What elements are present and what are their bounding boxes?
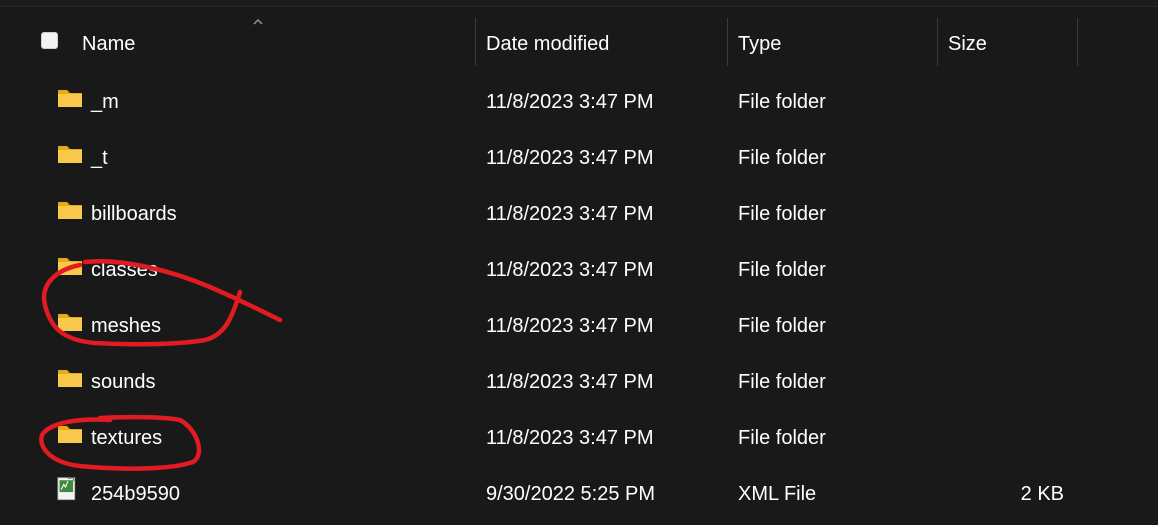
file-date-modified: 11/8/2023 3:47 PM bbox=[486, 427, 654, 449]
file-date-modified: 9/30/2022 5:25 PM bbox=[486, 483, 656, 505]
file-type: File folder bbox=[738, 427, 826, 449]
column-header-type[interactable]: Type bbox=[738, 33, 781, 56]
column-divider[interactable] bbox=[475, 18, 476, 66]
file-name: billboards bbox=[91, 203, 177, 225]
file-date-modified: 11/8/2023 3:47 PM bbox=[486, 315, 654, 337]
folder-icon bbox=[58, 426, 82, 443]
file-date-modified: 11/8/2023 3:47 PM bbox=[486, 203, 654, 225]
file-date-modified: 11/8/2023 3:47 PM bbox=[486, 259, 654, 281]
file-type: File folder bbox=[738, 91, 826, 113]
column-header-size[interactable]: Size bbox=[948, 33, 987, 56]
file-type: XML File bbox=[738, 483, 817, 505]
file-name: _t bbox=[91, 147, 108, 169]
folder-icon bbox=[58, 146, 82, 163]
file-name: textures bbox=[91, 427, 163, 449]
column-header-name[interactable]: Name bbox=[82, 33, 135, 56]
column-header-date-modified[interactable]: Date modified bbox=[486, 33, 609, 56]
xml-file-icon bbox=[57, 477, 76, 501]
column-divider[interactable] bbox=[1077, 18, 1078, 66]
file-explorer-list-view: Name Date modified Type Size _m 11/8/202… bbox=[0, 0, 1158, 525]
top-border bbox=[0, 0, 1158, 7]
file-list: _m 11/8/2023 3:47 PM File folder _t 11/8… bbox=[0, 74, 1158, 522]
file-row-254b9590[interactable]: 254b9590 9/30/2022 5:25 PM XML File 2 KB bbox=[0, 466, 1158, 522]
file-name: sounds bbox=[91, 371, 156, 393]
chevron-up-icon[interactable] bbox=[252, 16, 264, 28]
file-row-meshes[interactable]: meshes 11/8/2023 3:47 PM File folder bbox=[0, 298, 1158, 354]
file-name: classes bbox=[91, 259, 158, 281]
file-row-t[interactable]: _t 11/8/2023 3:47 PM File folder bbox=[0, 130, 1158, 186]
column-divider[interactable] bbox=[937, 18, 938, 66]
select-all-checkbox[interactable] bbox=[41, 32, 58, 49]
file-name: 254b9590 bbox=[91, 483, 180, 505]
file-date-modified: 11/8/2023 3:47 PM bbox=[486, 147, 654, 169]
file-type: File folder bbox=[738, 315, 826, 337]
folder-icon bbox=[58, 90, 82, 107]
file-size: 2 KB bbox=[1020, 483, 1064, 505]
file-row-classes[interactable]: classes 11/8/2023 3:47 PM File folder bbox=[0, 242, 1158, 298]
file-date-modified: 11/8/2023 3:47 PM bbox=[486, 91, 654, 113]
column-header-row: Name Date modified Type Size bbox=[0, 16, 1158, 68]
file-name: _m bbox=[91, 91, 119, 113]
folder-icon bbox=[58, 314, 82, 331]
file-type: File folder bbox=[738, 259, 826, 281]
folder-icon bbox=[58, 258, 82, 275]
file-row-sounds[interactable]: sounds 11/8/2023 3:47 PM File folder bbox=[0, 354, 1158, 410]
file-type: File folder bbox=[738, 147, 826, 169]
file-type: File folder bbox=[738, 371, 826, 393]
file-row-m[interactable]: _m 11/8/2023 3:47 PM File folder bbox=[0, 74, 1158, 130]
file-name: meshes bbox=[91, 315, 162, 337]
file-row-billboards[interactable]: billboards 11/8/2023 3:47 PM File folder bbox=[0, 186, 1158, 242]
folder-icon bbox=[58, 202, 82, 219]
column-divider[interactable] bbox=[727, 18, 728, 66]
folder-icon bbox=[58, 370, 82, 387]
file-date-modified: 11/8/2023 3:47 PM bbox=[486, 371, 654, 393]
file-row-textures[interactable]: textures 11/8/2023 3:47 PM File folder bbox=[0, 410, 1158, 466]
file-type: File folder bbox=[738, 203, 826, 225]
